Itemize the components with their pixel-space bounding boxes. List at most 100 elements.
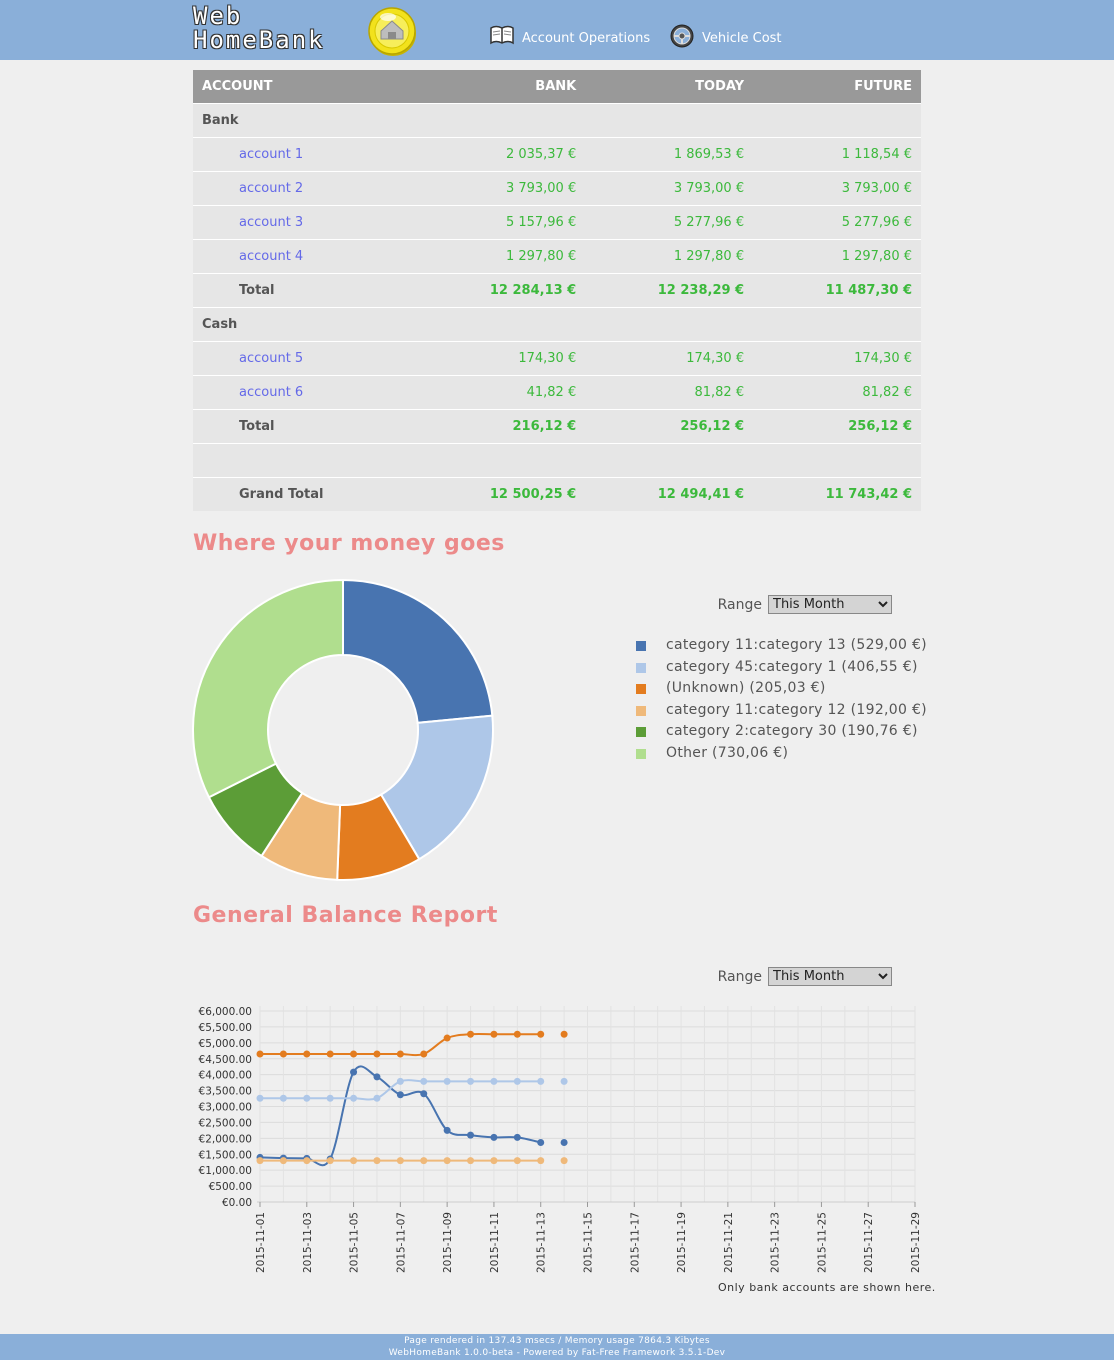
data-point[interactable]: [396, 1050, 404, 1058]
bank-value: 3 793,00 €: [417, 171, 586, 206]
data-point[interactable]: [443, 1126, 451, 1134]
account-link[interactable]: account 6: [193, 375, 418, 410]
footer-render-info: Page rendered in 137.43 msecs / Memory u…: [404, 1336, 710, 1346]
bank-total: 12 284,13 €: [417, 273, 586, 308]
data-point[interactable]: [373, 1157, 381, 1165]
spending-title: Where your money goes: [193, 531, 505, 556]
data-point[interactable]: [443, 1157, 451, 1165]
col-future: FUTURE: [753, 70, 921, 104]
data-point[interactable]: [513, 1030, 521, 1038]
data-point[interactable]: [560, 1138, 568, 1146]
spending-donut-chart: [192, 579, 494, 881]
bank-value: 2 035,37 €: [417, 137, 586, 172]
x-tick-label: 2015-11-19: [676, 1212, 688, 1273]
balance-title: General Balance Report: [193, 903, 498, 928]
account-link[interactable]: account 4: [193, 239, 418, 274]
total-row-bank: Total 12 284,13 € 12 238,29 € 11 487,30 …: [193, 273, 921, 308]
data-point[interactable]: [513, 1077, 521, 1085]
data-point[interactable]: [350, 1157, 358, 1165]
col-account: ACCOUNT: [193, 70, 418, 104]
data-point[interactable]: [490, 1030, 498, 1038]
data-point[interactable]: [350, 1068, 358, 1076]
data-point[interactable]: [279, 1050, 287, 1058]
balance-range-select[interactable]: This Month: [768, 967, 892, 986]
data-point[interactable]: [560, 1030, 568, 1038]
bank-grand-total: 12 500,25 €: [417, 477, 586, 511]
account-link[interactable]: account 5: [193, 341, 418, 376]
data-point[interactable]: [396, 1157, 404, 1165]
table-row: account 6 41,82 € 81,82 € 81,82 €: [193, 375, 921, 410]
data-point[interactable]: [443, 1077, 451, 1085]
data-point[interactable]: [396, 1091, 404, 1099]
nav-account-operations[interactable]: Account Operations: [490, 24, 650, 50]
account-link[interactable]: account 2: [193, 171, 418, 206]
spending-range: Range This Month: [700, 595, 892, 615]
data-point[interactable]: [303, 1157, 311, 1165]
y-tick-label: €3,000.00: [199, 1102, 252, 1114]
data-point[interactable]: [443, 1034, 451, 1042]
table-row: account 4 1 297,80 € 1 297,80 € 1 297,80…: [193, 239, 921, 274]
steering-wheel-icon: [670, 24, 694, 48]
data-point[interactable]: [490, 1077, 498, 1085]
data-point[interactable]: [490, 1157, 498, 1165]
data-point[interactable]: [350, 1094, 358, 1102]
data-point[interactable]: [256, 1094, 264, 1102]
legend-swatch: [636, 684, 646, 695]
empty-cell: [417, 103, 586, 138]
top-bar: Web HomeBank Account Operations Vehicle …: [0, 0, 1114, 60]
data-point[interactable]: [537, 1138, 545, 1146]
x-tick-label: 2015-11-15: [583, 1212, 595, 1273]
data-point[interactable]: [420, 1090, 428, 1098]
group-row-bank: Bank: [193, 103, 921, 138]
future-value: 81,82 €: [753, 375, 921, 410]
x-tick-label: 2015-11-23: [770, 1212, 782, 1273]
data-point[interactable]: [326, 1094, 334, 1102]
data-point[interactable]: [537, 1157, 545, 1165]
x-tick-label: 2015-11-07: [395, 1212, 407, 1273]
data-point[interactable]: [467, 1131, 475, 1139]
data-point[interactable]: [256, 1050, 264, 1058]
data-point[interactable]: [256, 1157, 264, 1165]
data-point[interactable]: [396, 1077, 404, 1085]
data-point[interactable]: [373, 1073, 381, 1081]
data-point[interactable]: [279, 1094, 287, 1102]
data-point[interactable]: [279, 1157, 287, 1165]
data-point[interactable]: [326, 1157, 334, 1165]
future-total: 11 487,30 €: [753, 273, 921, 308]
logo-line2: HomeBank: [193, 26, 325, 54]
data-point[interactable]: [537, 1077, 545, 1085]
data-point[interactable]: [560, 1157, 568, 1165]
data-point[interactable]: [303, 1094, 311, 1102]
future-value: 5 277,96 €: [753, 205, 921, 240]
spending-range-select[interactable]: This Month: [768, 595, 892, 614]
data-point[interactable]: [373, 1050, 381, 1058]
nav-vehicle-cost[interactable]: Vehicle Cost: [670, 24, 782, 52]
group-name: Cash: [193, 307, 418, 342]
data-point[interactable]: [420, 1077, 428, 1085]
account-link[interactable]: account 1: [193, 137, 418, 172]
data-point[interactable]: [303, 1050, 311, 1058]
data-point[interactable]: [467, 1157, 475, 1165]
y-tick-label: €5,000.00: [199, 1038, 252, 1050]
data-point[interactable]: [513, 1157, 521, 1165]
balance-line-chart: €0.00 €500.00 €1,000.00 €1,500.00 €2,000.00 €…: [199, 1006, 922, 1273]
data-point[interactable]: [420, 1050, 428, 1058]
data-point[interactable]: [420, 1157, 428, 1165]
future-value: 1 118,54 €: [753, 137, 921, 172]
data-point[interactable]: [467, 1077, 475, 1085]
data-point[interactable]: [326, 1050, 334, 1058]
data-point[interactable]: [537, 1030, 545, 1038]
data-point[interactable]: [560, 1077, 568, 1085]
total-row-cash: Total 216,12 € 256,12 € 256,12 €: [193, 409, 921, 444]
future-total: 256,12 €: [753, 409, 921, 444]
data-point[interactable]: [467, 1030, 475, 1038]
data-point[interactable]: [513, 1133, 521, 1141]
y-tick-label: €1,500.00: [199, 1149, 252, 1161]
data-point[interactable]: [350, 1050, 358, 1058]
data-point[interactable]: [373, 1094, 381, 1102]
future-value: 174,30 €: [753, 341, 921, 376]
table-row: account 2 3 793,00 € 3 793,00 € 3 793,00…: [193, 171, 921, 206]
today-grand-total: 12 494,41 €: [585, 477, 754, 511]
account-link[interactable]: account 3: [193, 205, 418, 240]
data-point[interactable]: [490, 1133, 498, 1141]
